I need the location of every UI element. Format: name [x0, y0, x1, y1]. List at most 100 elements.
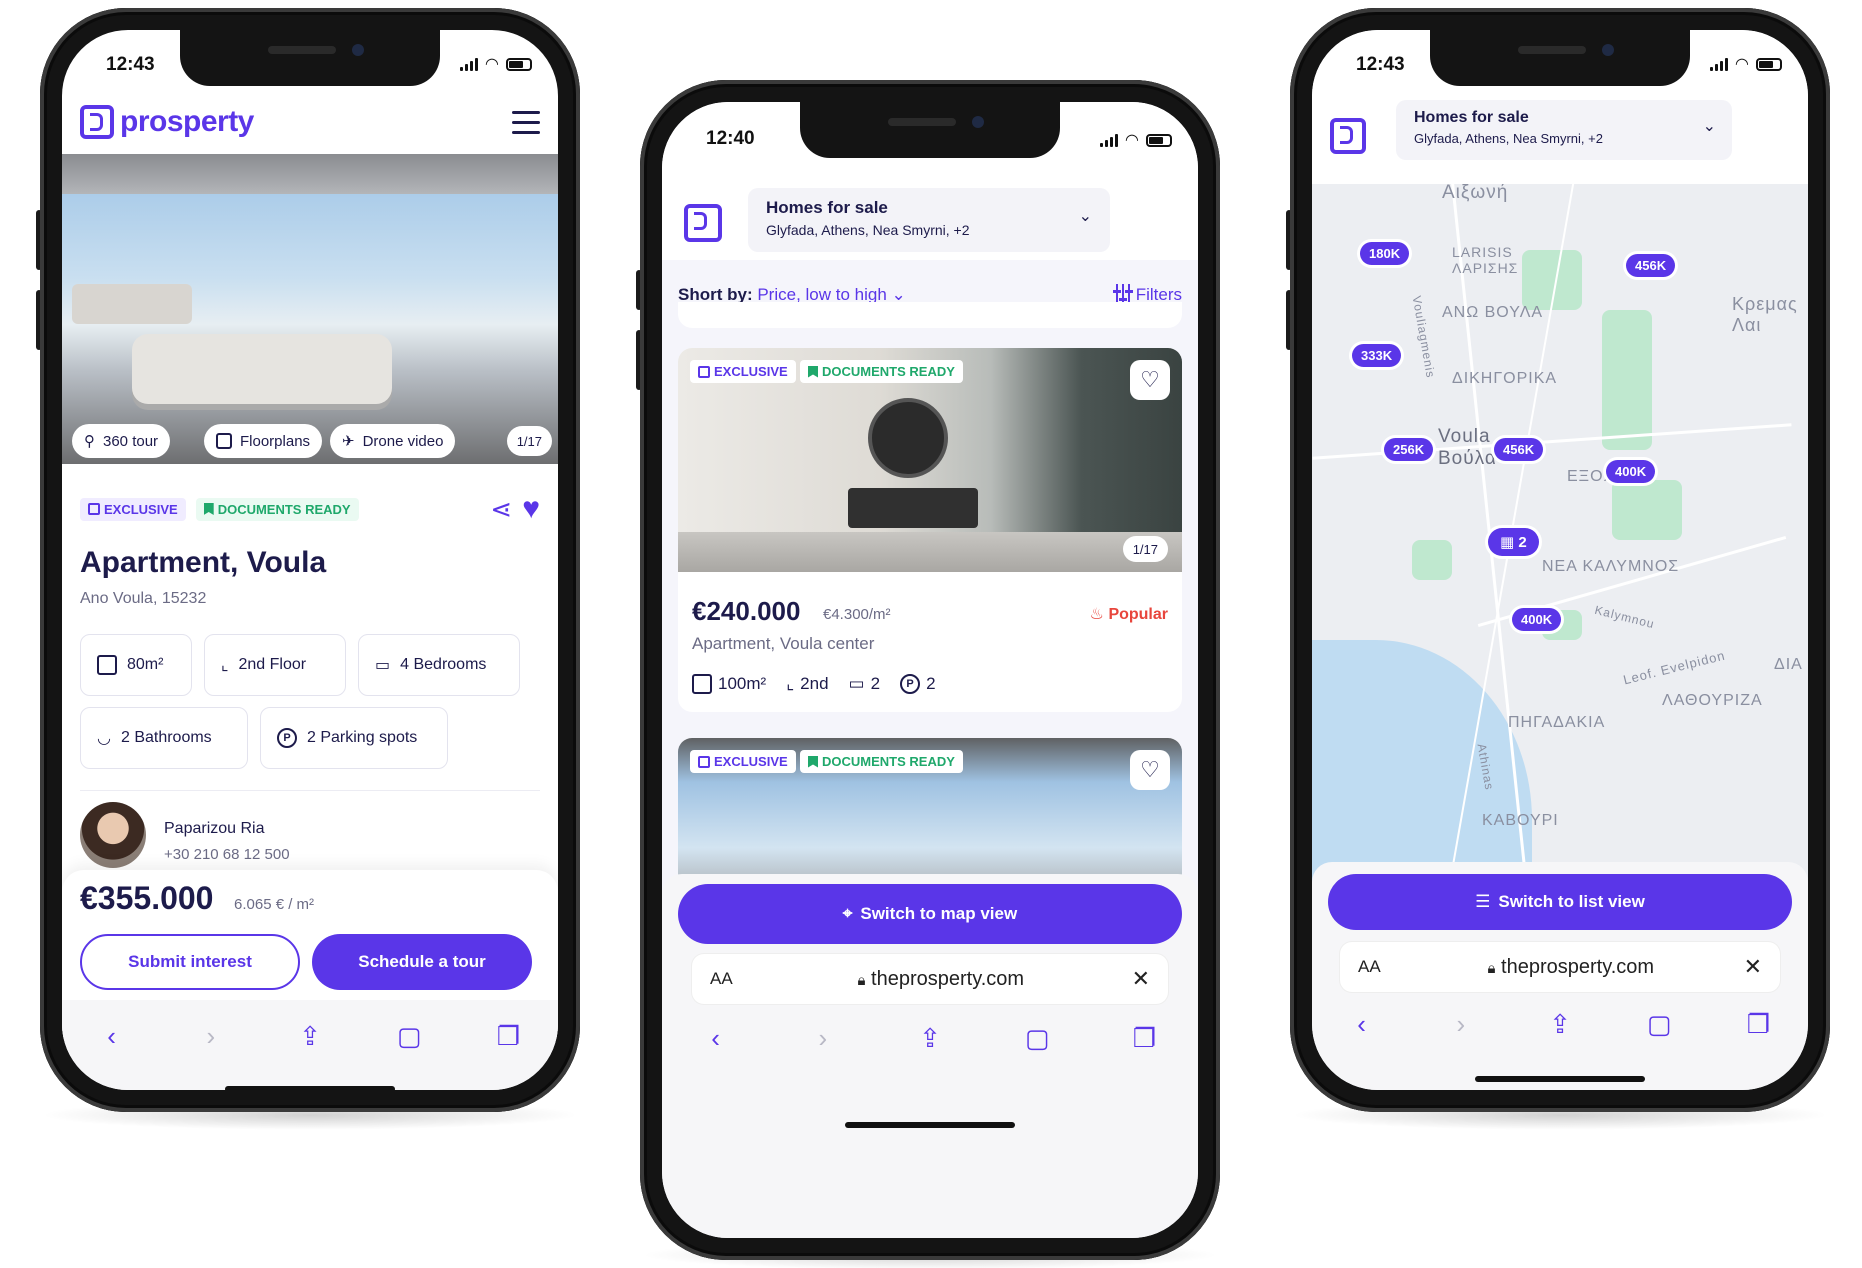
feature-parking-label: 2 Parking spots [307, 729, 418, 746]
signal-icon [1099, 133, 1118, 147]
notch [800, 102, 1060, 158]
documents-label: DOCUMENTS READY [822, 364, 955, 379]
status-time: 12:43 [106, 54, 155, 75]
wifi-icon: ◠ [485, 56, 498, 73]
url-label: theprosperty.com [871, 967, 1025, 990]
close-icon[interactable]: ✕ [1132, 966, 1150, 992]
listing-price: €240.000 [692, 596, 801, 626]
address-bar[interactable]: AA 🔒︎ theprosperty.com ✕ [1340, 942, 1780, 992]
search-box[interactable]: Homes for sale Glyfada, Athens, Nea Smyr… [748, 188, 1110, 252]
hero-image[interactable]: ⚲ 360 tour Floorplans ✈ Drone video 1/17 [62, 154, 558, 464]
back-icon[interactable]: ‹ [96, 1020, 128, 1052]
stage: 12:43 ◠ prosperty ⚲ 360 tour Floorplans … [0, 0, 1862, 1268]
feature-bathrooms: ◡ 2 Bathrooms [80, 707, 248, 769]
feature-bedrooms: ▭ 4 Bedrooms [358, 634, 520, 696]
tour-icon: ⚲ [84, 433, 95, 450]
submit-interest-button[interactable]: Submit interest [80, 934, 300, 990]
forward-icon[interactable]: › [807, 1022, 839, 1054]
switch-to-list-button[interactable]: ☰ Switch to list view [1328, 874, 1792, 930]
agent-name: Paparizou Ria [164, 820, 265, 837]
documents-label: DOCUMENTS READY [217, 501, 351, 517]
address-bar[interactable]: AA 🔒︎ theprosperty.com ✕ [692, 954, 1168, 1004]
feature-floor-label: 2nd Floor [238, 656, 307, 673]
favorite-heart-icon[interactable]: ♡ [1130, 750, 1170, 790]
price-pin[interactable]: 400K [1512, 608, 1562, 631]
fire-icon: ♨ [1089, 606, 1104, 623]
close-icon[interactable]: ✕ [1744, 954, 1762, 980]
stairs-icon: ⌞ [221, 657, 229, 674]
reader-aa[interactable]: AA [1358, 957, 1398, 977]
share-sheet-icon[interactable]: ⇪ [294, 1020, 326, 1052]
search-box[interactable]: Homes for sale Glyfada, Athens, Nea Smyr… [1396, 100, 1732, 160]
feature-floor: ⌞ 2nd [786, 674, 828, 694]
listing-features: 100m² ⌞ 2nd ▭ 2 P2 [692, 674, 936, 694]
feature-area-label: 100m² [718, 674, 767, 693]
screen: 12:43 ◠ Αλεχονι Αιξωνή [1312, 30, 1808, 1090]
battery-icon [506, 57, 532, 71]
logo[interactable]: prosperty [80, 105, 254, 139]
share-sheet-icon[interactable]: ⇪ [914, 1022, 946, 1054]
media-chip-drone[interactable]: ✈ Drone video [330, 424, 456, 458]
feature-parking: P 2 Parking spots [260, 707, 448, 769]
interior-floor [678, 532, 1182, 572]
share-icon[interactable]: ⋖ [490, 494, 512, 525]
browser-nav: ‹ › ⇪ ▢ ❐ [662, 1022, 1198, 1054]
drone-icon: ✈ [342, 433, 355, 450]
agent-avatar[interactable] [80, 802, 146, 868]
back-icon[interactable]: ‹ [700, 1022, 732, 1054]
drone-label: Drone video [362, 432, 444, 450]
map[interactable]: Αλεχονι Αιξωνή LARISIS ΛΑΡΙΣΗΣ ΑΝΩ ΒΟΥΛΑ… [1312, 160, 1808, 890]
status-time: 12:43 [1356, 54, 1405, 75]
screen: 12:43 ◠ prosperty ⚲ 360 tour Floorplans … [62, 30, 558, 1090]
switch-to-map-button[interactable]: ⌖ Switch to map view [678, 884, 1182, 944]
favorite-heart-icon[interactable]: ♡ [1130, 360, 1170, 400]
parking-icon: P [277, 728, 297, 748]
phone-list: 12:40 ◠ Homes for sale Glyfada, Athens, … [640, 80, 1220, 1260]
media-chip-floorplans[interactable]: Floorplans [204, 424, 323, 458]
price-pin[interactable]: 333K [1352, 344, 1402, 367]
bookmarks-icon[interactable]: ▢ [1021, 1022, 1053, 1054]
map-label: ΔΙΚΗΓΟΡΙΚΑ [1452, 370, 1558, 387]
bookmarks-icon[interactable]: ▢ [393, 1020, 425, 1052]
price-pin[interactable]: 400K [1606, 460, 1656, 483]
reader-aa[interactable]: AA [710, 969, 750, 989]
brand-name: prosperty [120, 105, 254, 138]
map-label: LARISIS ΛΑΡΙΣΗΣ [1452, 244, 1519, 276]
listing-image[interactable]: EXCLUSIVE DOCUMENTS READY ♡ 1/17 [678, 348, 1182, 572]
interior-mirror [868, 398, 948, 478]
notch [180, 30, 440, 86]
cluster-pin[interactable]: ▦ 2 [1488, 528, 1539, 556]
share-sheet-icon[interactable]: ⇪ [1544, 1008, 1576, 1040]
tabs-icon[interactable]: ❐ [1128, 1022, 1160, 1054]
favorite-heart-icon[interactable]: ♥ [522, 492, 540, 526]
popular-label: Popular [1108, 606, 1168, 623]
feature-area: 80m² [80, 634, 192, 696]
exclusive-tag: EXCLUSIVE [690, 750, 796, 773]
back-icon[interactable]: ‹ [1346, 1008, 1378, 1040]
floorplan-icon [216, 433, 232, 449]
menu-icon[interactable] [512, 110, 540, 134]
listing-card[interactable]: EXCLUSIVE DOCUMENTS READY ♡ 1/17 €240.00… [678, 348, 1182, 712]
tabs-icon[interactable]: ❐ [492, 1020, 524, 1052]
price-pin[interactable]: 456K [1494, 438, 1544, 461]
forward-icon[interactable]: › [1445, 1008, 1477, 1040]
map-label: Kalymnou [1593, 602, 1657, 632]
media-chip-tour[interactable]: ⚲ 360 tour [72, 424, 171, 458]
bed-icon: ▭ [375, 657, 391, 674]
feature-bedrooms: ▭ 2 [849, 674, 881, 694]
signal-icon [459, 57, 478, 71]
tabs-icon[interactable]: ❐ [1742, 1008, 1774, 1040]
floorplans-label: Floorplans [240, 432, 311, 450]
schedule-tour-button[interactable]: Schedule a tour [312, 934, 532, 990]
bookmarks-icon[interactable]: ▢ [1643, 1008, 1675, 1040]
logo-icon[interactable] [684, 204, 722, 242]
price-pin[interactable]: 456K [1626, 254, 1676, 277]
listing-price-per-m2: €4.300/m² [823, 606, 891, 623]
logo-icon[interactable] [1330, 118, 1366, 154]
battery-icon [1146, 133, 1172, 147]
price-pin[interactable]: 180K [1360, 242, 1410, 265]
status-time: 12:40 [706, 128, 755, 149]
agent-phone[interactable]: +30 210 68 12 500 [164, 846, 290, 863]
forward-icon[interactable]: › [195, 1020, 227, 1052]
price-pin[interactable]: 256K [1384, 438, 1434, 461]
